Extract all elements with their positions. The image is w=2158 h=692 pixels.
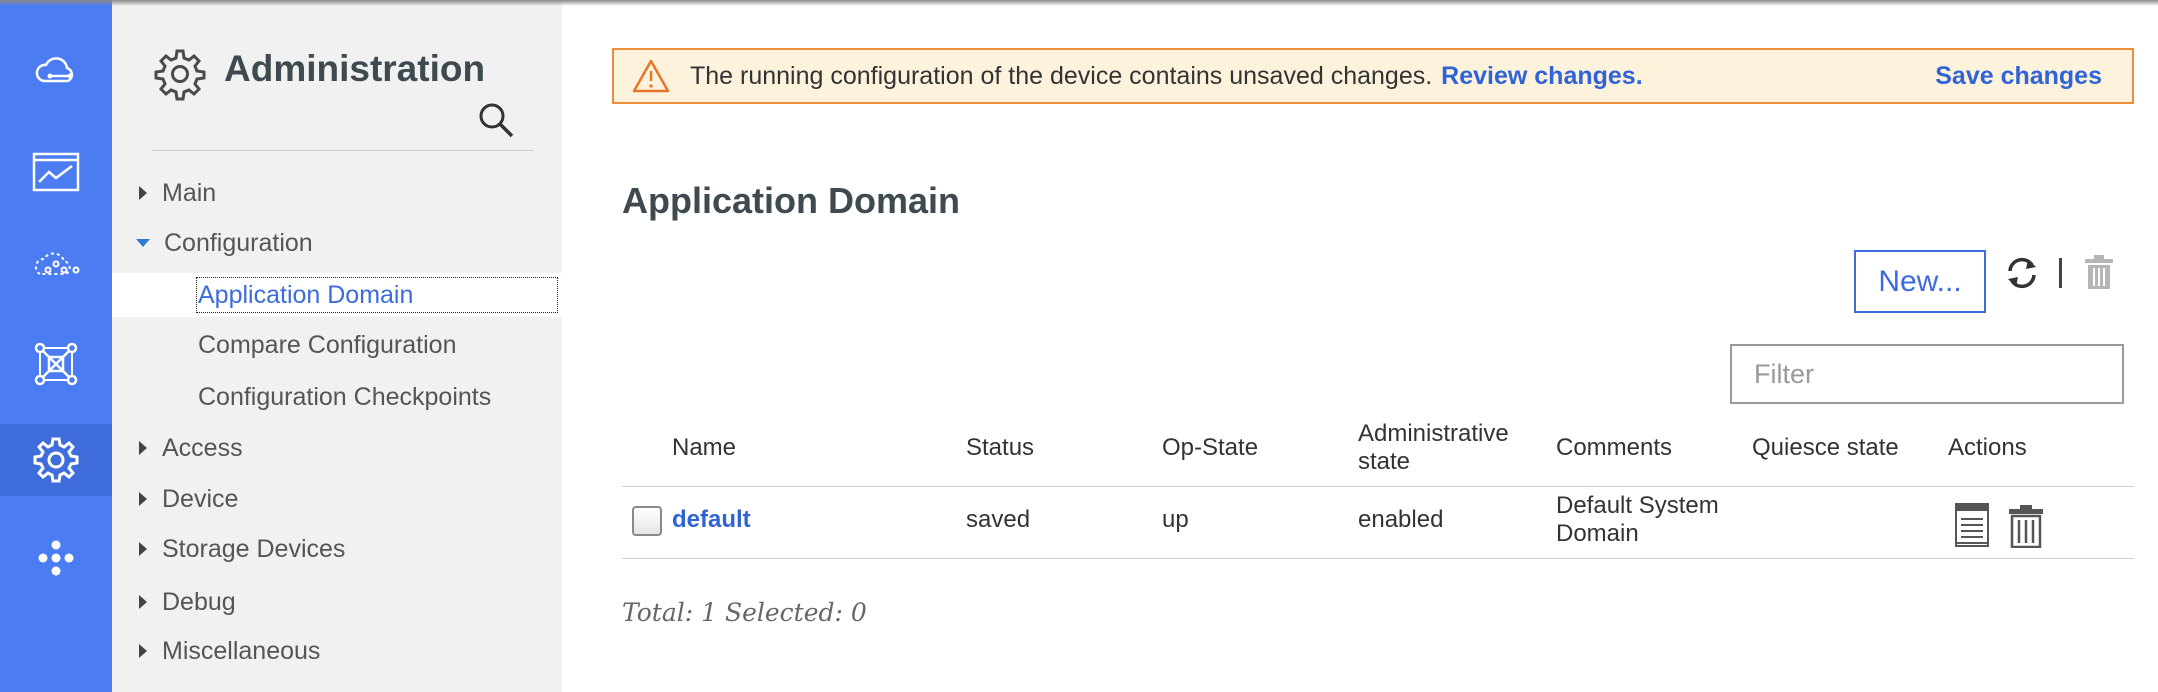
row-op-state: up (1162, 506, 1189, 533)
table-divider (622, 486, 2134, 487)
rail-item-apps[interactable] (0, 522, 112, 594)
banner-message: The running configuration of the device … (690, 61, 1433, 90)
nav-item-debug[interactable]: Debug (112, 580, 562, 624)
new-button[interactable]: New... (1854, 250, 1986, 313)
top-shadow (0, 0, 2158, 6)
cloud-network-icon (34, 252, 80, 275)
nav-sub-label: Compare Configuration (198, 330, 457, 359)
rail-item-admin[interactable] (0, 424, 112, 496)
nav-header: Administration (152, 40, 534, 151)
column-header-administrative-state[interactable]: Administrative state (1358, 420, 1509, 476)
header-line: Administrative (1358, 420, 1509, 447)
delete-icon[interactable] (2084, 254, 2114, 290)
column-header-op-state[interactable]: Op-State (1162, 434, 1258, 462)
nav-item-device[interactable]: Device (112, 477, 562, 521)
caret-right-icon (139, 492, 147, 506)
gear-icon (33, 437, 79, 483)
delete-icon[interactable] (2008, 504, 2044, 548)
page-title: Application Domain (622, 180, 961, 221)
nav-item-label: Miscellaneous (162, 636, 321, 665)
review-changes-link[interactable]: Review changes. (1441, 62, 1642, 91)
table-footer-summary: Total: 1 Selected: 0 (622, 598, 867, 627)
toolbar-separator (2059, 258, 2062, 288)
nav-item-label: Debug (162, 587, 236, 616)
caret-down-icon (136, 239, 150, 247)
filter-input[interactable] (1730, 344, 2124, 404)
comment-line: Domain (1556, 520, 1639, 547)
rail-item-cloud[interactable] (0, 38, 112, 110)
column-header-name[interactable]: Name (672, 434, 736, 462)
rail-item-cloud-network[interactable] (0, 230, 112, 302)
nav-item-configuration[interactable]: Configuration (112, 221, 562, 265)
caret-right-icon (139, 542, 147, 556)
caret-right-icon (139, 441, 147, 455)
row-name-link[interactable]: default (672, 506, 751, 534)
focus-outline (196, 277, 558, 313)
rail-item-topology[interactable] (0, 328, 112, 400)
column-header-status[interactable]: Status (966, 434, 1034, 462)
nav-item-main[interactable]: Main (112, 171, 562, 215)
gear-icon (154, 49, 206, 101)
nav-item-label: Device (162, 484, 239, 513)
column-header-quiesce-state[interactable]: Quiesce state (1752, 434, 1899, 462)
icon-rail (0, 0, 112, 692)
nav-item-label: Configuration (164, 228, 313, 257)
refresh-icon[interactable] (2004, 255, 2040, 291)
row-status: saved (966, 506, 1031, 533)
column-header-actions: Actions (1948, 434, 2027, 461)
nav-title: Administration (224, 48, 486, 89)
nav-sub-application-domain[interactable]: Application Domain (112, 273, 562, 317)
nav-item-label: Main (162, 178, 217, 207)
apps-dots-icon (38, 540, 74, 576)
nav-item-miscellaneous[interactable]: Miscellaneous (112, 629, 562, 673)
rail-item-monitor[interactable] (0, 136, 112, 208)
admin-nav-panel: Administration Main Configuration Applic… (112, 0, 562, 692)
nav-sub-configuration-checkpoints[interactable]: Configuration Checkpoints (112, 375, 562, 419)
comment-line: Default System (1556, 492, 1719, 519)
topology-icon (34, 342, 78, 386)
row-comments: Default System Domain (1556, 492, 1719, 548)
nav-item-label: Access (162, 433, 243, 462)
view-document-icon[interactable] (1954, 502, 1990, 548)
monitor-chart-icon (32, 152, 80, 192)
column-header-comments[interactable]: Comments (1556, 434, 1672, 462)
table-divider (622, 558, 2134, 559)
save-changes-link[interactable]: Save changes (1935, 62, 2102, 91)
header-line: state (1358, 448, 1411, 475)
nav-sub-compare-configuration[interactable]: Compare Configuration (112, 323, 562, 367)
search-icon[interactable] (476, 100, 516, 140)
nav-item-access[interactable]: Access (112, 426, 562, 470)
nav-item-storage-devices[interactable]: Storage Devices (112, 527, 562, 571)
nav-item-label: Storage Devices (162, 534, 346, 563)
unsaved-changes-banner: The running configuration of the device … (612, 48, 2134, 104)
row-checkbox[interactable] (632, 506, 662, 536)
caret-right-icon (139, 186, 147, 200)
caret-right-icon (139, 595, 147, 609)
row-admin-state: enabled (1358, 506, 1444, 533)
caret-right-icon (139, 644, 147, 658)
warning-icon (632, 59, 670, 93)
cloud-connect-icon (35, 57, 74, 83)
nav-sub-label: Configuration Checkpoints (198, 382, 492, 411)
